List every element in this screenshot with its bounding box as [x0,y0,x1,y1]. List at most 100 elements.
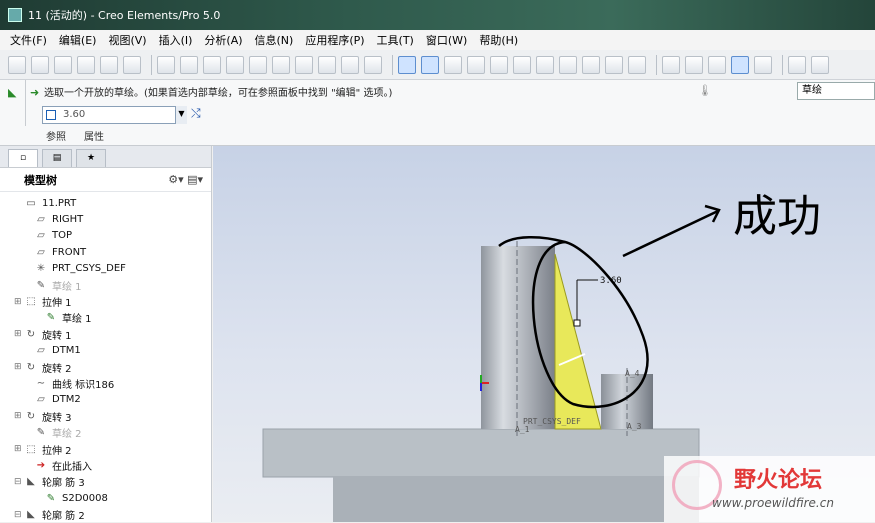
enhanced-realism-icon[interactable] [754,55,772,74]
expand-toggle-icon[interactable]: ⊟ [14,510,24,520]
axis-label-a1: A_1 [515,425,530,434]
datum-plane-tool-icon[interactable] [788,55,806,74]
shading-icon[interactable] [467,55,485,74]
select-box-icon[interactable] [364,55,382,74]
saved-views-icon[interactable] [582,55,600,74]
point-display-icon[interactable] [444,55,462,74]
tree-item[interactable]: ▱ DTM1 [14,343,211,359]
tree-item-label: 11.PRT [42,197,77,209]
menu-tools[interactable]: 工具(T) [377,32,414,48]
zoom-out-icon[interactable] [513,55,531,74]
send-mail-icon[interactable] [100,55,118,74]
find-icon[interactable] [341,55,359,74]
save-icon[interactable] [54,55,72,74]
sketch-icon: ✎ [36,427,46,439]
csys-icon: ✳ [36,263,46,275]
menu-window[interactable]: 窗口(W) [426,32,467,48]
hidden-line-icon[interactable] [685,55,703,74]
shaded-icon[interactable] [731,55,749,74]
tree-item[interactable]: ▱ DTM2 [14,392,211,408]
tree-item-label: 草绘 1 [62,314,92,326]
new-file-icon[interactable] [8,55,26,74]
tree-item[interactable]: ⊞ ⬚ 拉伸 2 [14,441,211,457]
expand-toggle-icon[interactable]: ⊟ [14,477,24,487]
refit-icon[interactable] [536,55,554,74]
tall-cylinder[interactable] [481,246,555,429]
menu-help[interactable]: 帮助(H) [479,32,518,48]
regenerate-icon[interactable] [295,55,313,74]
tab-model-tree[interactable]: ▫ [8,149,38,167]
expand-toggle-icon[interactable]: ⊞ [14,297,24,307]
datum-plane-display-icon[interactable] [398,55,416,74]
tree-item[interactable]: ✎ 草绘 1 [14,277,211,293]
filter-select[interactable]: 草绘 [797,82,875,100]
tree-item[interactable]: ▱ TOP [14,228,211,244]
wireframe-icon[interactable] [662,55,680,74]
tree-item-label: 曲线 标识186 [52,379,115,391]
copy-icon[interactable] [226,55,244,74]
mail-link-icon[interactable] [123,55,141,74]
tree-item[interactable]: ∼ 曲线 标识186 [14,375,211,391]
tab-properties[interactable]: 属性 [84,128,104,143]
menu-view[interactable]: 视图(V) [108,32,146,48]
tree-item[interactable]: ⊟ ◣ 轮廓 筋 3 [14,474,211,490]
expand-toggle-icon[interactable]: ⊞ [14,362,24,372]
chevron-down-icon[interactable]: ▼ [175,106,187,124]
zoom-in-icon[interactable] [490,55,508,74]
reorient-icon[interactable] [559,55,577,74]
menu-file[interactable]: 文件(F) [10,32,47,48]
paste-icon[interactable] [249,55,267,74]
print-icon[interactable] [77,55,95,74]
tree-settings-icon[interactable]: ⚙▾ ▤▾ [168,173,203,186]
menu-insert[interactable]: 插入(I) [159,32,193,48]
flip-direction-icon[interactable]: ⤭ [191,106,207,124]
expand-toggle-icon[interactable]: ⊞ [14,411,24,421]
thickness-input[interactable]: 3.60 [42,106,187,124]
tree-item[interactable]: ⊞ ↻ 旋转 2 [14,359,211,375]
tree-item[interactable]: ✎ 草绘 2 [14,424,211,440]
expand-toggle-icon[interactable]: ⊞ [14,329,24,339]
tree-item[interactable]: ▱ FRONT [14,244,211,260]
tree-item[interactable]: ✎ 草绘 1 [14,310,211,326]
view-manager-icon[interactable] [628,55,646,74]
navigator-panel: ▫ ▤ ★ 模型树 ⚙▾ ▤▾ ▭ 11.PRT ▱ RIGHT ▱ TOP ▱ FRONT ✳… [0,146,212,522]
open-file-icon[interactable] [31,55,49,74]
model-tree-title: 模型树 [24,173,57,187]
expand-toggle-icon[interactable]: ⊞ [14,444,24,454]
menu-applications[interactable]: 应用程序(P) [305,32,364,48]
tree-item[interactable]: ✎ S2D0008 [14,490,211,506]
tree-item[interactable]: ➔ 在此插入 [14,457,211,473]
tree-item[interactable]: ⊞ ↻ 旋转 1 [14,326,211,342]
tab-favorites[interactable]: ★ [76,149,106,167]
tree-item[interactable]: ✳ PRT_CSYS_DEF [14,261,211,277]
undo-icon[interactable] [157,55,175,74]
base-plate[interactable] [262,428,700,478]
tree-item[interactable]: ⊞ ⬚ 拉伸 1 [14,293,211,309]
datum-axis-display-icon[interactable] [421,55,439,74]
cut-icon[interactable] [203,55,221,74]
dimension-handle[interactable] [573,319,581,327]
tree-item-label: PRT_CSYS_DEF [52,263,126,275]
sketch-tool-icon[interactable] [811,55,829,74]
tab-folder-browser[interactable]: ▤ [42,149,72,167]
datum-plane-icon: ▱ [37,345,45,357]
extrude-icon: ⬚ [26,296,36,308]
tree-item[interactable]: ▱ RIGHT [14,211,211,227]
tree-item-label: TOP [52,230,73,242]
tree-item[interactable]: ⊟ ◣ 轮廓 筋 2 [14,506,211,522]
window-title: 11 (活动的) - Creo Elements/Pro 5.0 [28,9,221,22]
regen-manager-icon[interactable] [318,55,336,74]
toolbar-divider [392,54,393,75]
tree-item[interactable]: ⊞ ↻ 旋转 3 [14,408,211,424]
base-plate-lower[interactable] [333,477,699,522]
menu-analysis[interactable]: 分析(A) [204,32,242,48]
paste-special-icon[interactable] [272,55,290,74]
redo-icon[interactable] [180,55,198,74]
tree-item[interactable]: ▭ 11.PRT [14,195,211,211]
tab-references[interactable]: 参照 [46,128,66,143]
no-hidden-icon[interactable] [708,55,726,74]
layers-icon[interactable] [605,55,623,74]
menu-edit[interactable]: 编辑(E) [59,32,97,48]
menu-info[interactable]: 信息(N) [255,32,294,48]
rib-feature-icon: ◣ [8,86,17,99]
